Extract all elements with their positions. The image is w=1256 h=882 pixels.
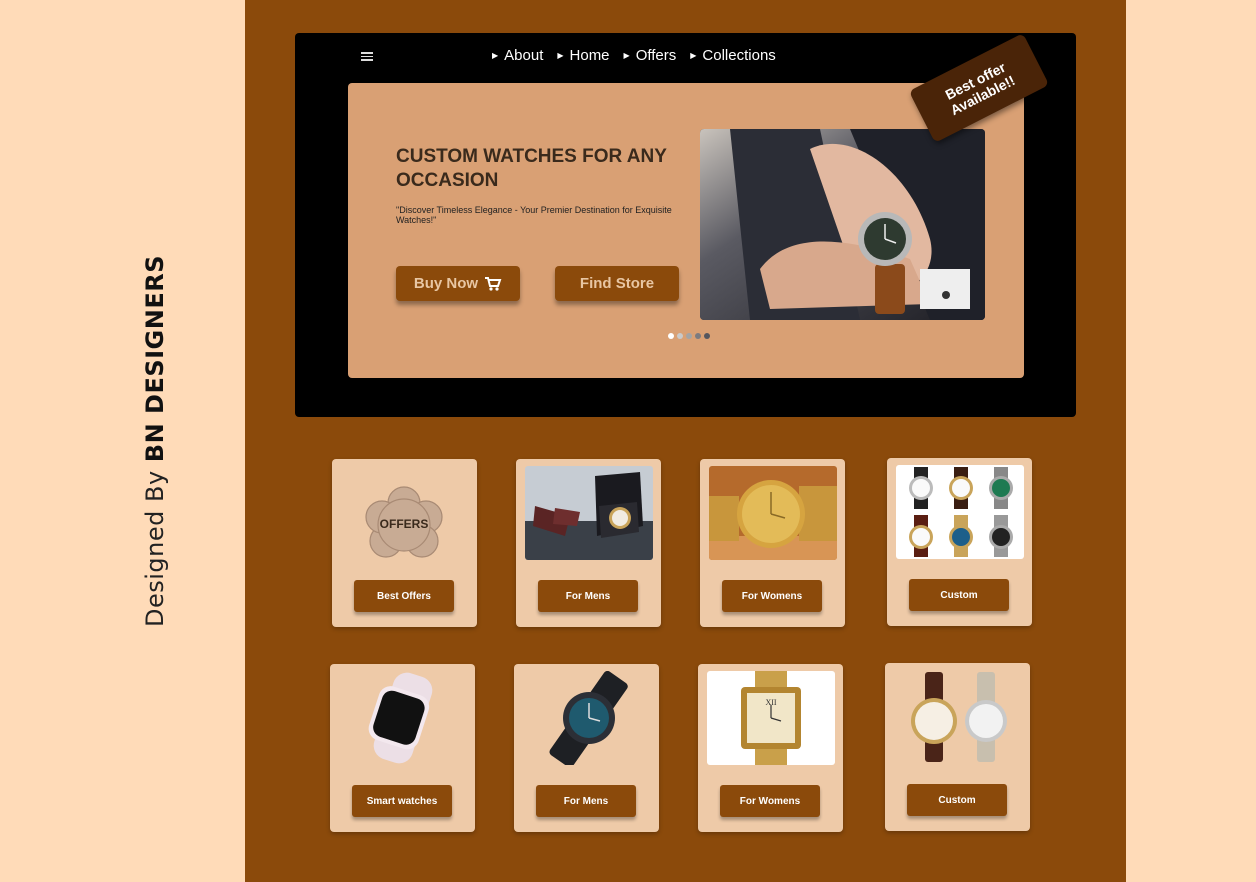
card-for-womens[interactable]: For Womens [700,459,845,627]
hero-frame: ▶ About ▶ Home ▶ Offers ▶ Collections CUSTOM… [295,33,1076,417]
carousel-dot[interactable] [677,333,683,339]
nav-item-about[interactable]: ▶ About [492,47,543,64]
hamburger-menu-icon[interactable] [361,50,373,64]
buy-now-label: Buy Now [413,275,479,292]
card-best-offers[interactable]: OFFERS Best Offers [332,459,477,627]
hero-title: CUSTOM WATCHES FOR ANY OCCASION [396,146,667,191]
mens-watch-box-image [525,466,653,560]
carousel-dot[interactable] [686,333,692,339]
watch-pair-image [894,670,1022,764]
smart-watch-image [339,671,467,765]
nav-label: Home [569,47,610,64]
for-womens-button[interactable]: For Womens [722,580,822,612]
nav-label: Offers [635,47,677,64]
top-nav: ▶ About ▶ Home ▶ Offers ▶ Collections [492,47,776,64]
nav-label: About [504,47,544,64]
carousel-dot[interactable] [695,333,701,339]
card-for-mens[interactable]: For Mens [516,459,661,627]
offers-badge-icon: OFFERS [365,486,443,558]
designer-credit: Designed By BN DESIGNERS [141,255,169,627]
smart-watches-button[interactable]: Smart watches [352,785,452,817]
nav-item-offers[interactable]: ▶ Offers [624,47,677,64]
triangle-icon: ▶ [623,51,630,60]
for-mens-button[interactable]: For Mens [538,580,638,612]
nav-label: Collections [702,47,776,64]
card-custom[interactable]: Custom [887,458,1032,626]
custom-button[interactable]: Custom [909,579,1009,611]
wrist-watch-image [700,129,985,320]
card-for-mens-2[interactable]: For Mens [514,664,659,832]
hero-subtitle: "Discover Timeless Elegance - Your Premi… [396,205,672,225]
find-store-label: Find Store [579,275,655,292]
triangle-icon: ▶ [492,51,499,60]
card-for-womens-2[interactable]: XII For Womens [698,664,843,832]
find-store-button[interactable]: Find Store [555,266,679,301]
sport-watch-image [523,671,651,765]
main-panel: ▶ About ▶ Home ▶ Offers ▶ Collections CUSTOM… [245,0,1126,882]
carousel-dot[interactable] [668,333,674,339]
offers-badge-text: OFFERS [380,517,429,531]
triangle-icon: ▶ [690,51,697,60]
watch-collection-image [896,465,1024,559]
gold-watch-image [709,466,837,560]
buy-now-button[interactable]: Buy Now [396,266,520,301]
carousel-dots [668,333,710,339]
custom-button-2[interactable]: Custom [907,784,1007,816]
nav-item-collections[interactable]: ▶ Collections [690,47,776,64]
triangle-icon: ▶ [557,51,564,60]
carousel-dot[interactable] [704,333,710,339]
hero-banner: CUSTOM WATCHES FOR ANY OCCASION "Discove… [348,83,1024,378]
credit-name: BN DESIGNERS [141,254,169,463]
for-womens-button-2[interactable]: For Womens [720,785,820,817]
hero-watch-photo [700,129,985,320]
nav-item-home[interactable]: ▶ Home [557,47,609,64]
credit-prefix: Designed By [141,470,169,628]
cart-icon [485,276,502,291]
best-offers-button[interactable]: Best Offers [354,580,454,612]
square-gold-watch-image: XII [707,671,835,765]
card-custom-2[interactable]: Custom [885,663,1030,831]
for-mens-button-2[interactable]: For Mens [536,785,636,817]
card-smart-watches[interactable]: Smart watches [330,664,475,832]
